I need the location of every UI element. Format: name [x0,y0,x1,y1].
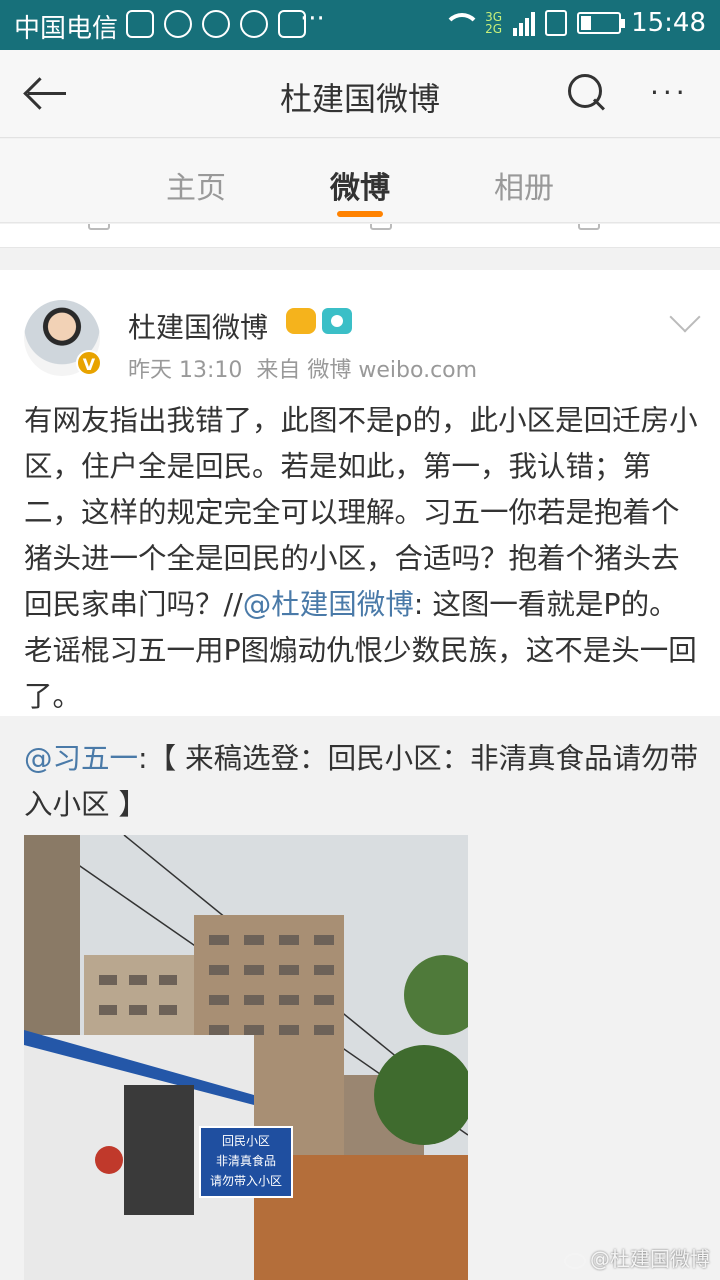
sign-line-3: 请勿带入小区 [209,1174,282,1188]
member-crown-icon [286,308,316,334]
retweet-author-link[interactable]: @习五一 [24,742,138,775]
battery-icon [577,12,626,34]
sign-line-1: 回民小区 [221,1134,270,1148]
sign-line-2: 非清真食品 [215,1154,276,1168]
post-time: 昨天 13:10 [128,358,243,383]
post-image[interactable]: 回民小区 非清真食品 请勿带入小区 [24,835,468,1280]
more-options-icon[interactable]: ··· [650,76,689,109]
camera-icon [322,308,352,334]
photo-sign: 回民小区 非清真食品 请勿带入小区 [202,1131,290,1191]
tab-indicator [337,211,383,217]
clock: 15:48 [631,8,706,38]
comment-icon[interactable] [370,224,392,230]
profile-tabs: 主页 微博 相册 [0,139,720,223]
carrier-label: 中国电信 [14,14,119,44]
photo-scene [24,835,468,1280]
more-notifications-icon: ··· [300,4,325,34]
retweet-text: @习五一:【 来稿选登：回民小区：非清真食品请勿带入小区 】 [24,736,700,828]
like-icon[interactable] [578,224,600,230]
verified-badge: V [76,350,102,376]
tab-album[interactable]: 相册 [494,163,554,207]
repost-icon[interactable] [88,224,110,230]
storage-icon [126,10,154,38]
weibo-icon [164,10,192,38]
watermark: @杜建国微博 [564,1243,710,1272]
title-bar: 杜建国微博 ··· [0,50,720,138]
sim-icon [545,10,568,36]
weibo-logo-icon [564,1252,586,1269]
notification-icons [126,10,306,38]
chevron-down-icon[interactable] [669,301,701,333]
search-icon[interactable] [568,74,606,112]
wifi-icon [441,11,482,35]
signal-icon [513,10,536,36]
tab-home[interactable]: 主页 [166,163,226,207]
post-source: 来自 微博 weibo.com [256,358,478,383]
network-type: 3G 2G [485,11,503,35]
mention-link[interactable]: @杜建国微博 [243,588,414,621]
retweeted-post[interactable]: @习五一:【 来稿选登：回民小区：非清真食品请勿带入小区 】 回民小区 非清真食… [0,716,720,1280]
weibo-post: V 杜建国微博 昨天 13:10 来自 微博 weibo.com 有网友指出我错了… [0,270,720,716]
author-name[interactable]: 杜建国微博 [128,306,268,346]
status-bar: 中国电信 ··· 3G 2G 15:48 [0,0,720,50]
page-title: 杜建国微博 [279,80,440,118]
tab-weibo[interactable]: 微博 [330,163,390,207]
watermark-text: @杜建国微博 [590,1247,710,1271]
post-meta: 昨天 13:10 来自 微博 weibo.com [128,352,491,384]
weibo-icon [240,10,268,38]
weibo-icon [202,10,230,38]
previous-post-actions [0,224,720,248]
post-text: 有网友指出我错了，此图不是p的，此小区是回迁房小区，住户全是回民。若是如此，第一… [24,398,700,720]
network-2g: 2G [485,22,502,36]
